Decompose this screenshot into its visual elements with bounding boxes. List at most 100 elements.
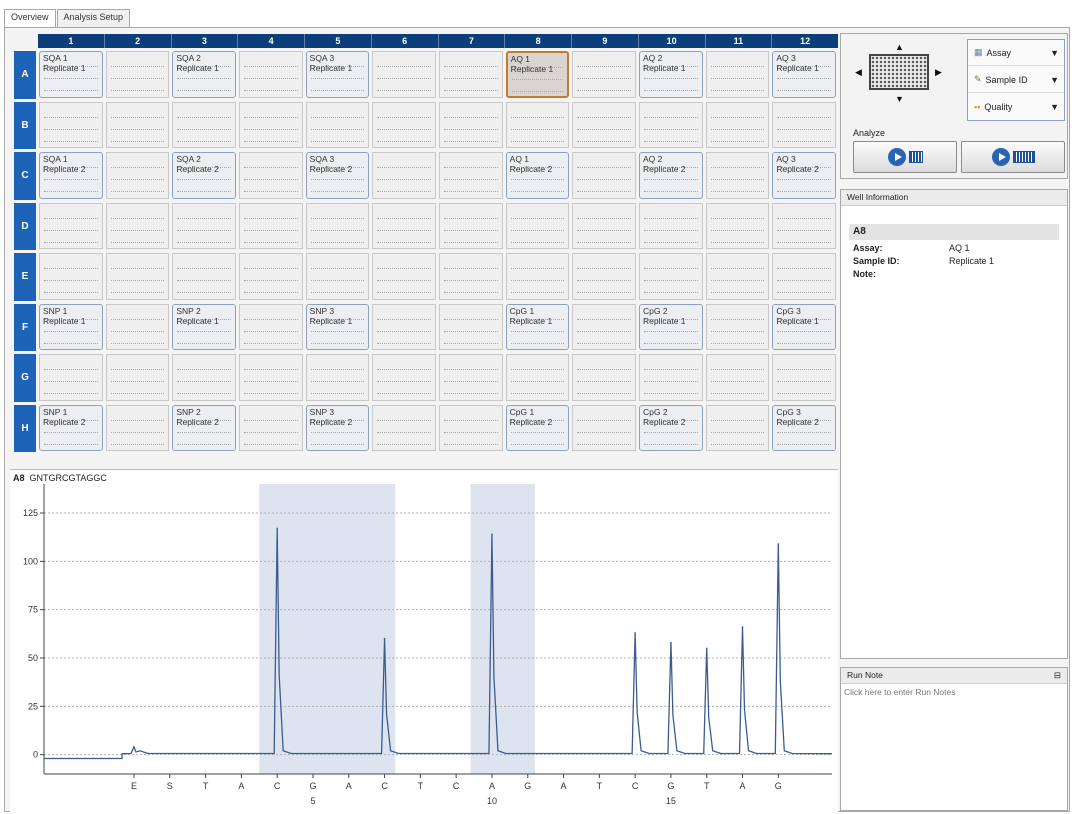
well-F11[interactable] — [705, 303, 770, 350]
well-E11[interactable] — [705, 253, 770, 300]
nav-down-icon[interactable]: ▼ — [895, 94, 904, 104]
well-G3[interactable] — [172, 354, 236, 401]
well-C5[interactable]: SQA 3 Replicate 2 — [305, 152, 370, 199]
well-B6[interactable] — [372, 101, 436, 148]
well-D4[interactable] — [239, 202, 303, 249]
well-B3[interactable] — [172, 101, 236, 148]
well-A2[interactable] — [105, 51, 170, 98]
well-D11[interactable] — [705, 202, 770, 249]
well-A3[interactable]: SQA 2 Replicate 1 — [172, 51, 236, 98]
well-A12[interactable]: AQ 3 Replicate 1 — [772, 51, 836, 98]
run-note-input[interactable] — [841, 684, 1067, 808]
well-C4[interactable] — [239, 152, 303, 199]
well-H12[interactable]: CpG 3 Replicate 2 — [772, 404, 836, 451]
well-C7[interactable] — [439, 152, 503, 199]
well-C11[interactable] — [705, 152, 770, 199]
well-E1[interactable] — [39, 253, 103, 300]
well-A11[interactable] — [705, 51, 770, 98]
well-H9[interactable] — [572, 404, 636, 451]
well-F6[interactable] — [372, 303, 436, 350]
well-D10[interactable] — [639, 202, 703, 249]
row-header-E[interactable]: E — [14, 253, 36, 301]
well-H6[interactable] — [372, 404, 436, 451]
well-D7[interactable] — [439, 202, 503, 249]
collapse-icon[interactable]: ⊟ — [1054, 670, 1061, 681]
column-header-3[interactable]: 3 — [170, 34, 238, 48]
column-header-11[interactable]: 11 — [704, 34, 772, 48]
column-header-5[interactable]: 5 — [304, 34, 371, 48]
well-G8[interactable] — [505, 354, 570, 401]
well-B7[interactable] — [439, 101, 503, 148]
column-header-9[interactable]: 9 — [571, 34, 638, 48]
well-A5[interactable]: SQA 3 Replicate 1 — [305, 51, 370, 98]
well-E5[interactable] — [305, 253, 370, 300]
nav-left-icon[interactable]: ◀ — [855, 67, 862, 78]
well-H11[interactable] — [705, 404, 770, 451]
well-C1[interactable]: SQA 1 Replicate 2 — [39, 152, 103, 199]
column-header-6[interactable]: 6 — [370, 34, 438, 48]
well-C2[interactable] — [105, 152, 170, 199]
well-H5[interactable]: SNP 3 Replicate 2 — [305, 404, 370, 451]
well-F8[interactable]: CpG 1 Replicate 1 — [505, 303, 570, 350]
well-D8[interactable] — [505, 202, 570, 249]
well-D6[interactable] — [372, 202, 436, 249]
well-A7[interactable] — [439, 51, 503, 98]
well-F4[interactable] — [239, 303, 303, 350]
analyze-selected-button[interactable] — [853, 141, 957, 173]
well-F12[interactable]: CpG 3 Replicate 1 — [772, 303, 836, 350]
column-header-8[interactable]: 8 — [504, 34, 571, 48]
well-H2[interactable] — [105, 404, 170, 451]
well-H1[interactable]: SNP 1 Replicate 2 — [39, 404, 103, 451]
well-G4[interactable] — [239, 354, 303, 401]
well-B8[interactable] — [505, 101, 570, 148]
selector-sample-id[interactable]: ✎ Sample ID ▼ — [968, 67, 1064, 93]
well-A1[interactable]: SQA 1 Replicate 1 — [39, 51, 103, 98]
well-F9[interactable] — [572, 303, 636, 350]
row-header-A[interactable]: A — [14, 51, 36, 99]
well-D9[interactable] — [572, 202, 636, 249]
well-G9[interactable] — [572, 354, 636, 401]
column-header-2[interactable]: 2 — [103, 34, 171, 48]
well-C9[interactable] — [572, 152, 636, 199]
well-D2[interactable] — [105, 202, 170, 249]
tab-analysis-setup[interactable]: Analysis Setup — [56, 9, 131, 27]
column-header-4[interactable]: 4 — [237, 34, 304, 48]
well-G2[interactable] — [105, 354, 170, 401]
well-B2[interactable] — [105, 101, 170, 148]
well-A8[interactable]: AQ 1 Replicate 1 — [505, 51, 570, 98]
row-header-C[interactable]: C — [14, 152, 36, 200]
well-G6[interactable] — [372, 354, 436, 401]
well-C3[interactable]: SQA 2 Replicate 2 — [172, 152, 236, 199]
row-header-G[interactable]: G — [14, 354, 36, 402]
well-B10[interactable] — [639, 101, 703, 148]
well-F2[interactable] — [105, 303, 170, 350]
well-E12[interactable] — [772, 253, 836, 300]
well-B9[interactable] — [572, 101, 636, 148]
plate-navigator-icon[interactable] — [869, 54, 929, 90]
selector-assay[interactable]: ▦ Assay ▼ — [968, 40, 1064, 66]
well-F1[interactable]: SNP 1 Replicate 1 — [39, 303, 103, 350]
well-F7[interactable] — [439, 303, 503, 350]
well-E2[interactable] — [105, 253, 170, 300]
well-E7[interactable] — [439, 253, 503, 300]
well-H7[interactable] — [439, 404, 503, 451]
tab-overview[interactable]: Overview — [4, 9, 56, 28]
row-header-B[interactable]: B — [14, 101, 36, 149]
well-H8[interactable]: CpG 1 Replicate 2 — [505, 404, 570, 451]
well-C10[interactable]: AQ 2 Replicate 2 — [639, 152, 703, 199]
column-header-10[interactable]: 10 — [637, 34, 705, 48]
well-D12[interactable] — [772, 202, 836, 249]
well-G11[interactable] — [705, 354, 770, 401]
well-G7[interactable] — [439, 354, 503, 401]
well-C12[interactable]: AQ 3 Replicate 2 — [772, 152, 836, 199]
well-E3[interactable] — [172, 253, 236, 300]
well-D5[interactable] — [305, 202, 370, 249]
well-B11[interactable] — [705, 101, 770, 148]
well-E4[interactable] — [239, 253, 303, 300]
column-header-12[interactable]: 12 — [771, 34, 838, 48]
row-header-F[interactable]: F — [14, 303, 36, 351]
column-header-1[interactable]: 1 — [38, 34, 104, 48]
well-F10[interactable]: CpG 2 Replicate 1 — [639, 303, 703, 350]
well-F3[interactable]: SNP 2 Replicate 1 — [172, 303, 236, 350]
well-E10[interactable] — [639, 253, 703, 300]
